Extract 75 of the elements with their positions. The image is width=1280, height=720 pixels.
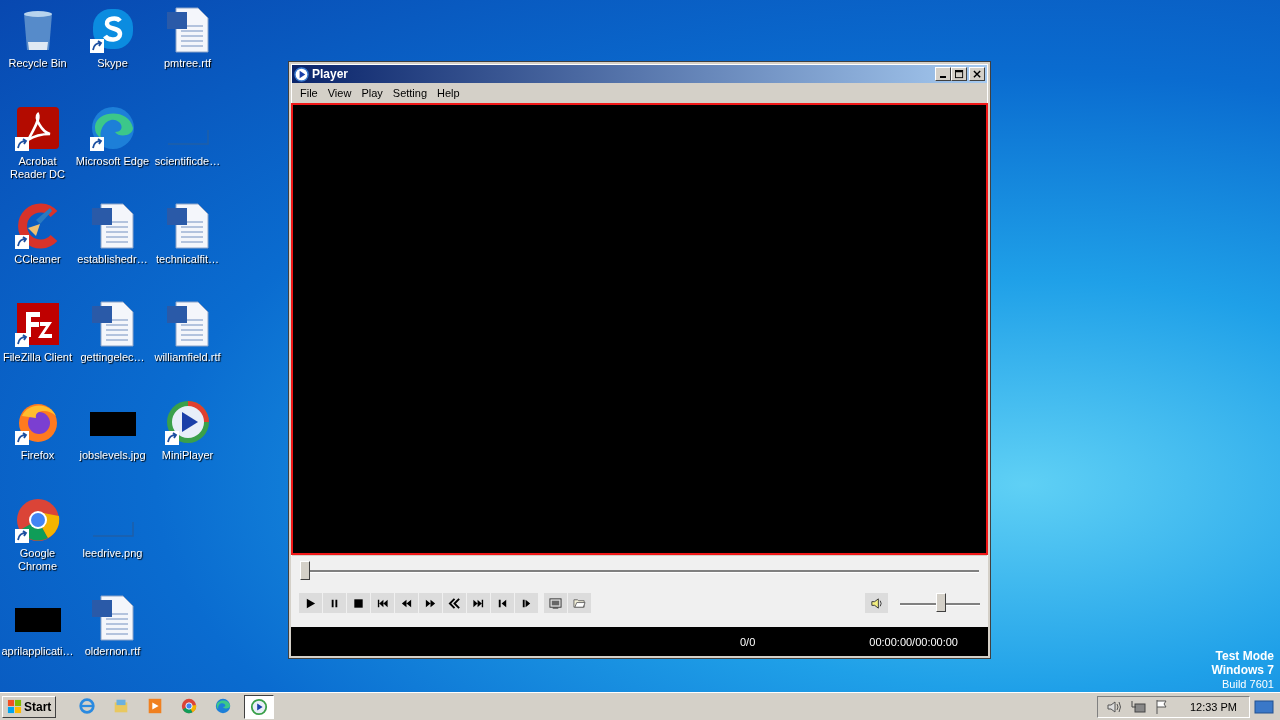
ftp-app-icon[interactable] — [13, 300, 62, 348]
minimize-button[interactable] — [935, 67, 951, 81]
desktop-icon-label[interactable]: Microsoft Edge — [75, 155, 150, 168]
desktop-icon-label[interactable]: oldernon.rtf — [75, 645, 150, 658]
step-forward-button[interactable] — [515, 593, 538, 613]
window-title: Player — [312, 67, 350, 81]
step-back-button[interactable] — [491, 593, 514, 613]
desktop-icon-label[interactable]: MiniPlayer — [150, 449, 225, 462]
pdf-app-icon[interactable] — [13, 104, 62, 152]
volume-thumb[interactable] — [935, 593, 946, 612]
speaker-icon[interactable] — [1105, 698, 1122, 715]
menu-item[interactable]: View — [322, 87, 357, 99]
rewind-button[interactable] — [395, 593, 418, 613]
app-icon — [294, 66, 309, 82]
desktop-icon-label[interactable]: technicalfit… — [150, 253, 225, 266]
fast-forward-button[interactable] — [419, 593, 442, 613]
os-build-text: Windows 7 — [1211, 663, 1274, 677]
time-display: 00:00:00/00:00:00 — [869, 635, 958, 648]
seek-thumb[interactable] — [300, 561, 310, 580]
desktop-icon-label[interactable]: jobslevels.jpg — [75, 449, 150, 462]
os-build-text: Build 7601 — [1222, 677, 1274, 691]
menu-item[interactable]: Play — [356, 87, 388, 99]
play-button[interactable] — [299, 593, 322, 613]
start-button[interactable]: Start — [2, 695, 57, 718]
maximize-button[interactable] — [951, 67, 967, 81]
desktop-icon-label[interactable]: Google Chrome — [0, 547, 75, 573]
close-icon — [972, 69, 982, 79]
desktop-icon-label[interactable]: leedrive.png — [75, 547, 150, 560]
browser-icon[interactable] — [88, 104, 137, 152]
close-button[interactable] — [969, 67, 985, 81]
desktop-icon-label[interactable]: williamfield.rtf — [150, 351, 225, 364]
taskbar-button[interactable] — [244, 694, 275, 719]
monitor-icon — [549, 596, 562, 610]
desktop-icon-label[interactable]: FileZilla Client — [0, 351, 75, 364]
track-count: 0/0 — [740, 635, 756, 648]
windows-logo — [7, 699, 22, 714]
desktop-icon-label[interactable]: Firefox — [0, 449, 75, 462]
network-icon[interactable] — [1129, 698, 1146, 715]
double-chevron-icon — [448, 596, 461, 610]
browser-icon — [180, 696, 199, 715]
pause-button[interactable] — [323, 593, 346, 613]
play-icon — [304, 596, 317, 610]
desktop-icon-label[interactable]: CCleaner — [0, 253, 75, 266]
menu-item[interactable]: File — [295, 87, 323, 99]
back-button[interactable] — [443, 593, 466, 613]
browser-icon — [214, 696, 233, 715]
skip-forward-button[interactable] — [467, 593, 490, 613]
maximize-icon — [954, 69, 964, 79]
show-desktop-button[interactable] — [1254, 698, 1274, 715]
folder-icon — [573, 596, 586, 610]
speaker-icon — [870, 596, 883, 610]
playlist-button[interactable] — [544, 593, 567, 613]
desktop-icon-label[interactable]: Recycle Bin — [0, 57, 75, 70]
flag-icon[interactable] — [1153, 698, 1170, 715]
stop-icon — [352, 596, 365, 610]
desktop-icon-label[interactable]: gettingelec… — [75, 351, 150, 364]
desktop-icon-label[interactable]: Acrobat Reader DC — [0, 155, 75, 181]
minimize-icon — [940, 76, 946, 78]
desktop-icon-label[interactable]: scientificde… — [150, 155, 225, 168]
menu-item[interactable]: Help — [432, 87, 465, 99]
os-build-text: Test Mode — [1215, 649, 1274, 663]
desktop-icon-label[interactable]: establishedr… — [75, 253, 150, 266]
desktop-icon-label[interactable]: pmtree.rtf — [150, 57, 225, 70]
desktop-icon-label[interactable]: Skype — [75, 57, 150, 70]
desktop-icon-label[interactable]: aprilapplicati… — [0, 645, 75, 658]
menu-item[interactable]: Setting — [387, 87, 433, 99]
folder-icon-button[interactable] — [568, 593, 591, 613]
media-player-icon — [250, 697, 269, 716]
browser-icon — [78, 696, 97, 715]
stop-button[interactable] — [347, 593, 370, 613]
clock[interactable]: 12:33 PM — [1189, 700, 1237, 713]
speaker-button[interactable] — [865, 593, 888, 613]
browser-icon[interactable] — [13, 496, 62, 544]
media-player-icon[interactable] — [163, 398, 212, 446]
skip-back-button[interactable] — [371, 593, 394, 613]
